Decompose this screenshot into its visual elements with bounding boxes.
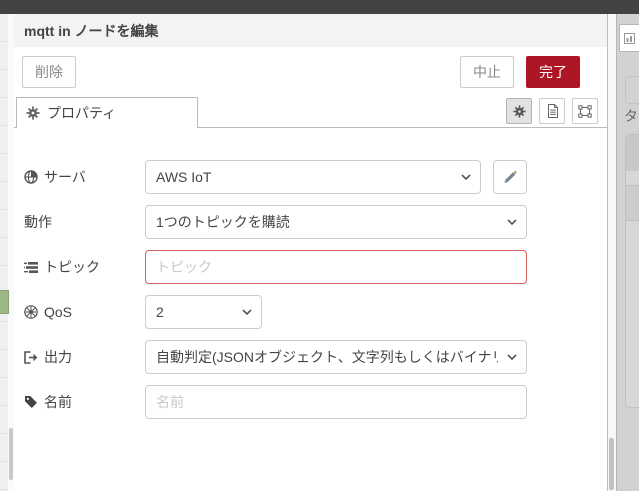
chevron-down-icon xyxy=(461,174,471,180)
topic-label: トピック xyxy=(24,257,145,277)
output-label: 出力 xyxy=(24,347,145,367)
sidebar-panel-fragment xyxy=(625,76,639,104)
chevron-down-icon xyxy=(507,354,517,360)
sidebar-panel-band xyxy=(626,135,639,171)
action-row: 動作 1つのトピックを購読 xyxy=(24,205,607,239)
tag-icon xyxy=(24,395,38,409)
server-select[interactable]: AWS IoT xyxy=(145,160,481,194)
action-select[interactable]: 1つのトピックを購読 xyxy=(145,205,527,239)
topic-input[interactable] xyxy=(145,250,527,284)
pencil-icon xyxy=(503,170,517,184)
gear-icon xyxy=(512,104,526,118)
qos-label: QoS xyxy=(24,304,145,320)
tray-toolbar: 削除 中止 完了 xyxy=(14,47,607,97)
server-label: サーバ xyxy=(24,167,145,187)
workspace-scrollbar-thumb[interactable] xyxy=(609,438,614,490)
sidebar-panel xyxy=(625,134,639,408)
node-palette-strip xyxy=(0,14,15,491)
palette-node-fragment xyxy=(0,290,9,314)
sign-out-icon xyxy=(24,350,38,364)
chart-icon xyxy=(624,32,635,44)
appearance-icon xyxy=(578,104,592,118)
sidebar-panel-band xyxy=(626,185,639,221)
properties-form: サーバ AWS IoT 動作 1つのトピックを購読 トピック トピック QoS … xyxy=(14,128,607,419)
topic-row: トピック xyxy=(24,250,607,284)
chevron-down-icon xyxy=(242,309,252,315)
edit-server-button[interactable] xyxy=(493,160,527,194)
server-select-value: AWS IoT xyxy=(156,169,212,185)
description-view-button[interactable] xyxy=(539,98,565,124)
name-input[interactable] xyxy=(145,385,527,419)
output-select-value: 自動判定(JSONオブジェクト、文字列もしくはバイナリ xyxy=(156,349,498,365)
tray-tab-bar: プロパティ xyxy=(14,97,607,128)
sidebar-tab[interactable] xyxy=(619,24,639,52)
qos-select[interactable]: 2 xyxy=(145,295,262,329)
output-row: 出力 自動判定(JSONオブジェクト、文字列もしくはバイナリ xyxy=(24,340,607,374)
tab-properties[interactable]: プロパティ xyxy=(16,97,198,128)
palette-scrollbar-thumb[interactable] xyxy=(9,428,13,480)
server-row: サーバ AWS IoT xyxy=(24,160,607,194)
properties-view-button[interactable] xyxy=(506,98,532,124)
tray-title: mqtt in ノードを編集 xyxy=(14,14,607,47)
sidebar-partial-text: タ xyxy=(624,108,638,124)
done-button[interactable]: 完了 xyxy=(526,56,580,88)
cancel-button[interactable]: 中止 xyxy=(460,56,514,88)
name-row: 名前 xyxy=(24,385,607,419)
right-sidebar: タ xyxy=(616,14,639,491)
name-label: 名前 xyxy=(24,392,145,412)
tasks-icon xyxy=(24,261,38,274)
action-label: 動作 xyxy=(24,214,52,230)
edit-node-tray: mqtt in ノードを編集 削除 中止 完了 プロパティ サーバ AWS Io… xyxy=(14,14,608,491)
qos-row: QoS 2 xyxy=(24,295,607,329)
action-select-value: 1つのトピックを購読 xyxy=(156,214,290,230)
tab-properties-label: プロパティ xyxy=(47,104,117,121)
globe-icon xyxy=(24,170,38,184)
qos-empire-icon xyxy=(24,305,38,319)
gear-icon xyxy=(26,105,40,120)
tray-tab-tools xyxy=(506,98,598,124)
chevron-down-icon xyxy=(507,219,517,225)
qos-select-value: 2 xyxy=(156,304,164,320)
app-header-bar xyxy=(0,0,639,14)
workspace-scrollbar-track xyxy=(608,14,616,491)
delete-button[interactable]: 削除 xyxy=(22,56,76,88)
appearance-view-button[interactable] xyxy=(572,98,598,124)
file-icon xyxy=(546,104,559,118)
output-select[interactable]: 自動判定(JSONオブジェクト、文字列もしくはバイナリ xyxy=(145,340,527,374)
